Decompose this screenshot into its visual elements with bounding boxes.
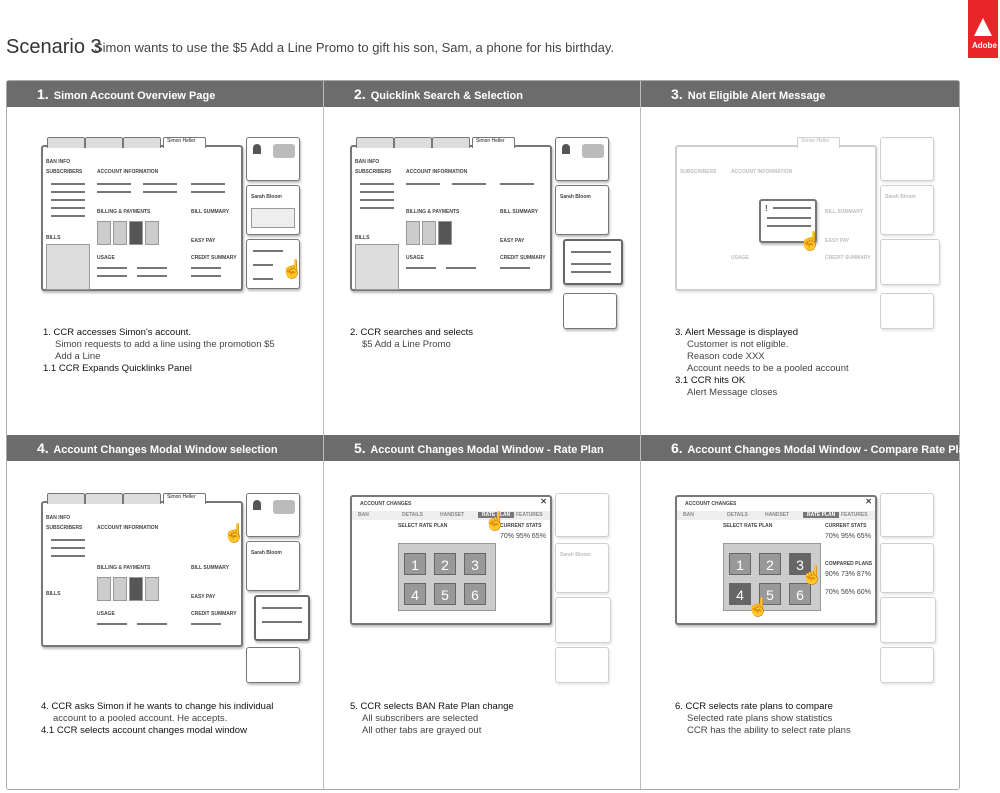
quicklink-search [254,595,310,641]
tab-features[interactable]: FEATURES [841,512,868,518]
cursor-hand-icon: ☝ [223,523,246,543]
scenario-title: Scenario 3 [6,36,102,58]
cursor-hand-icon: ☝ [747,597,770,617]
tab-ban[interactable]: BAN [358,512,369,518]
account-changes-modal[interactable]: ACCOUNT CHANGES ✕ BAN DETAILS HANDSET RA… [675,495,877,625]
quicklinks-panel [563,293,617,329]
quicklinks-panel [246,647,300,683]
call-panel [246,137,300,181]
account-changes-modal[interactable]: ACCOUNT CHANGES ✕ BAN DETAILS HANDSET RA… [350,495,552,625]
cursor-hand-icon: ☝ [801,565,824,585]
tab-handset[interactable]: HANDSET [440,512,464,518]
panel-6: 6. Account Changes Modal Window - Compar… [641,435,978,789]
step-description: 1. CCR accesses Simon's account. Simon re… [43,327,275,374]
storyboard: 1. Simon Account Overview Page Simon Hel… [6,80,978,790]
panel-header: 3. Not Eligible Alert Message [641,81,959,107]
panel-header: 5. Account Changes Modal Window - Rate P… [324,435,640,461]
call-panel [246,493,300,537]
panel-header: 6. Account Changes Modal Window - Compar… [641,435,978,461]
quicklink-search[interactable] [563,239,623,285]
call-panel [555,137,609,181]
step-description: 4. CCR asks Simon if he wants to change … [41,701,274,736]
account-screen: Simon Heller BAN INFO SUBSCRIBERS BILLS … [41,137,243,291]
panel-4: 4. Account Changes Modal Window selectio… [7,435,324,789]
cursor-hand-icon: ☝ [799,231,822,251]
panel-5: 5. Account Changes Modal Window - Rate P… [324,435,641,789]
account-screen: Simon Heller BAN INFO SUBSCRIBERS BILLS … [41,493,243,647]
close-icon[interactable]: ✕ [865,497,872,506]
panel-header: 4. Account Changes Modal Window selectio… [7,435,323,461]
tab-details[interactable]: DETAILS [727,512,748,518]
step-description: 2. CCR searches and selects $5 Add a Line… [350,327,474,350]
cursor-hand-icon: ☝ [484,511,507,531]
cursor-hand-icon: ☝ [281,259,304,279]
tab-rate-plan[interactable]: RATE PLAN [803,512,840,518]
panel-header: 1. Simon Account Overview Page [7,81,323,107]
contact-panel: Sarah Bloom [555,185,609,235]
panel-1: 1. Simon Account Overview Page Simon Hel… [7,81,324,435]
panel-2: 2. Quicklink Search & Selection Simon He… [324,81,641,435]
scenario-subtitle: Simon wants to use the $5 Add a Line Pro… [94,40,615,55]
panel-3: 3. Not Eligible Alert Message Simon Hell… [641,81,959,435]
tab-features[interactable]: FEATURES [516,512,543,518]
step-description: 5. CCR selects BAN Rate Plan change All s… [350,701,514,736]
tab-ban[interactable]: BAN [683,512,694,518]
close-icon[interactable]: ✕ [540,497,547,506]
contact-panel: Sarah Bloom [246,541,300,591]
tab-handset[interactable]: HANDSET [765,512,789,518]
adobe-logo: Adobe [968,0,998,58]
account-screen: Simon Heller BAN INFO SUBSCRIBERS BILLS … [350,137,552,291]
step-description: 6. CCR selects rate plans to compare Sele… [675,701,851,736]
contact-panel: Sarah Bloom [246,185,300,235]
tab-details[interactable]: DETAILS [402,512,423,518]
panel-header: 2. Quicklink Search & Selection [324,81,640,107]
step-description: 3. Alert Message is displayed Customer is… [675,327,849,398]
